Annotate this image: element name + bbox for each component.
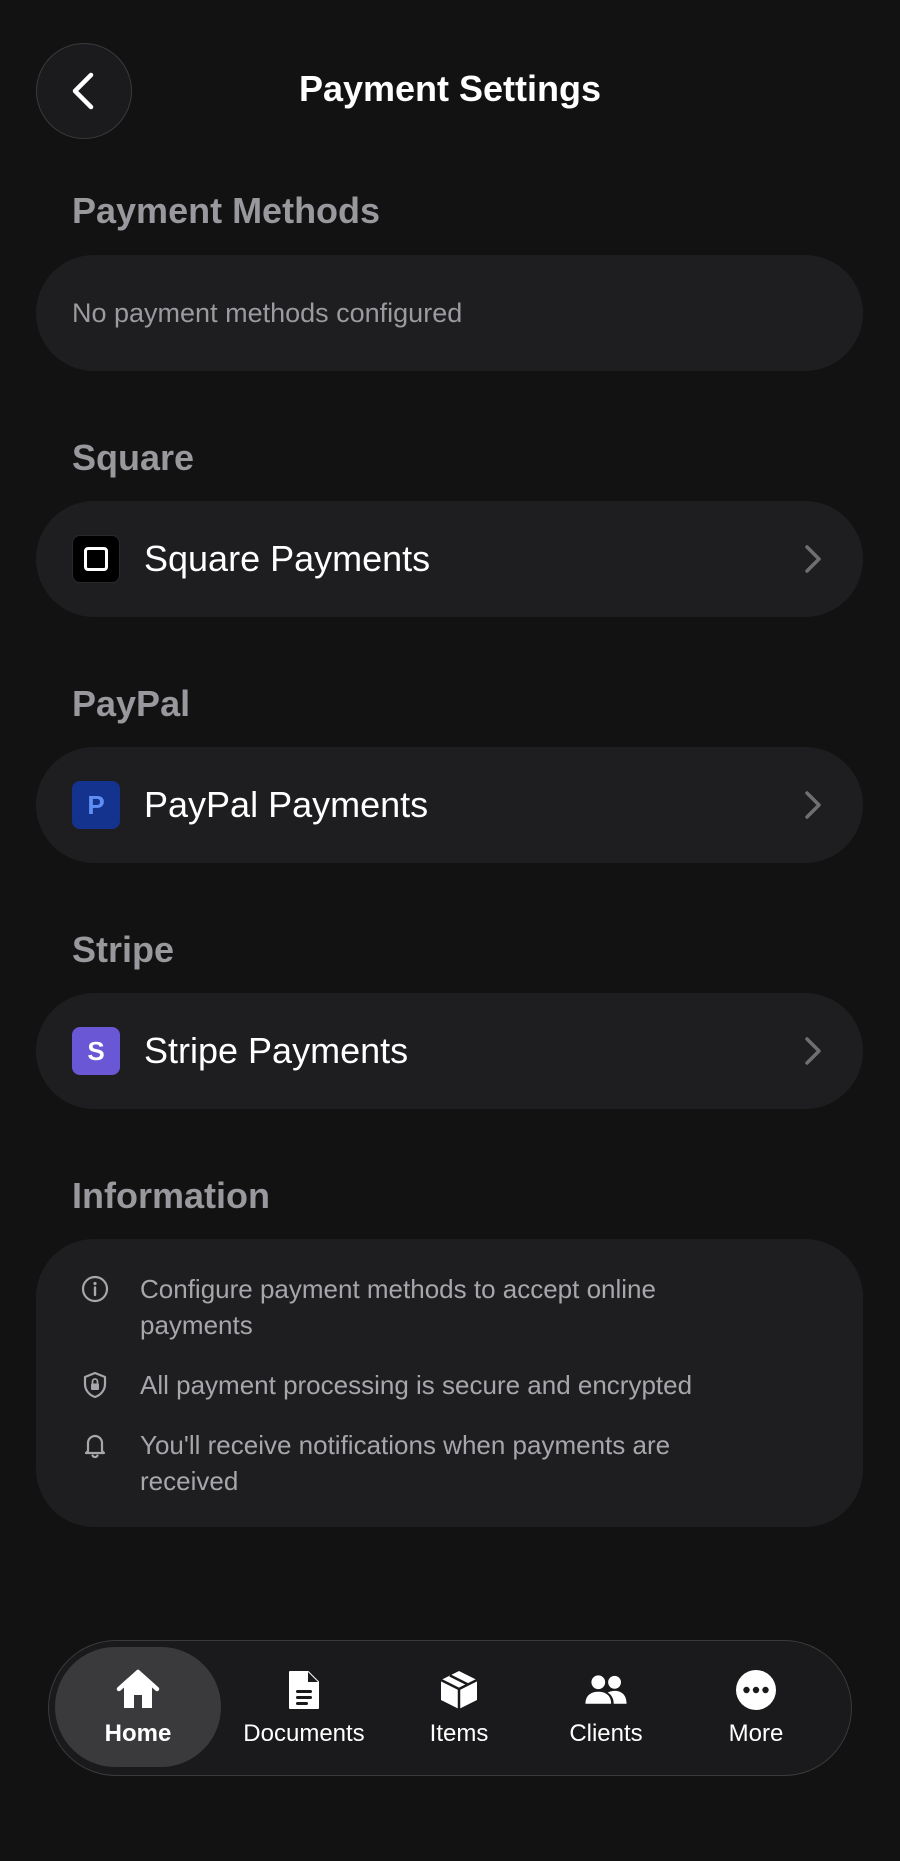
tab-documents-label: Documents	[243, 1720, 365, 1747]
tab-items-label: Items	[429, 1720, 489, 1747]
stripe-payments-label: Stripe Payments	[144, 1030, 409, 1071]
tab-items[interactable]: Items	[387, 1647, 531, 1767]
paypal-logo-icon: P	[72, 781, 120, 829]
shield-lock-icon	[83, 1371, 107, 1399]
chevron-right-icon	[799, 545, 827, 573]
tab-home[interactable]: Home	[55, 1647, 221, 1767]
section-title-stripe: Stripe	[72, 929, 175, 970]
stripe-logo-icon: S	[72, 1027, 120, 1075]
box-icon	[435, 1666, 483, 1714]
page-title: Payment Settings	[298, 68, 602, 109]
info-text-secure: All payment processing is secure and enc…	[140, 1370, 693, 1400]
section-title-information: Information	[72, 1175, 270, 1216]
bottom-tab-bar: Home Documents Items Clients More	[48, 1640, 852, 1776]
info-text-notifications: You'll receive notifications when paymen…	[140, 1430, 671, 1496]
stripe-payments-row[interactable]: S Stripe Payments	[36, 993, 863, 1109]
payment-methods-empty-card: No payment methods configured	[36, 255, 863, 371]
bell-icon	[84, 1434, 106, 1459]
paypal-payments-row[interactable]: P PayPal Payments	[36, 747, 863, 863]
section-title-square: Square	[72, 437, 195, 478]
square-logo-icon	[72, 535, 120, 583]
tab-more-label: More	[728, 1720, 784, 1747]
section-title-paypal: PayPal	[72, 683, 191, 724]
chevron-right-icon	[799, 791, 827, 819]
paypal-payments-label: PayPal Payments	[144, 784, 429, 825]
info-item-configure: Configure payment methods to accept onli…	[80, 1271, 700, 1343]
section-title-payment-methods: Payment Methods	[72, 190, 381, 231]
header: Payment Settings	[0, 0, 900, 186]
people-icon	[582, 1666, 630, 1714]
info-circle-icon	[81, 1275, 109, 1303]
document-icon	[280, 1666, 328, 1714]
chevron-right-icon	[799, 1037, 827, 1065]
square-payments-label: Square Payments	[144, 538, 431, 579]
info-text-configure: Configure payment methods to accept onli…	[140, 1274, 656, 1340]
tab-more[interactable]: More	[681, 1647, 831, 1767]
information-card: Configure payment methods to accept onli…	[36, 1239, 863, 1527]
tab-documents[interactable]: Documents	[221, 1647, 387, 1767]
info-item-secure: All payment processing is secure and enc…	[80, 1367, 760, 1403]
house-icon	[114, 1666, 162, 1714]
info-item-notifications: You'll receive notifications when paymen…	[80, 1427, 700, 1499]
tab-clients-label: Clients	[569, 1720, 643, 1747]
square-payments-row[interactable]: Square Payments	[36, 501, 863, 617]
more-circle-icon	[732, 1666, 780, 1714]
tab-clients[interactable]: Clients	[531, 1647, 681, 1767]
tab-home-label: Home	[104, 1720, 172, 1747]
empty-state-text: No payment methods configured	[72, 297, 463, 328]
